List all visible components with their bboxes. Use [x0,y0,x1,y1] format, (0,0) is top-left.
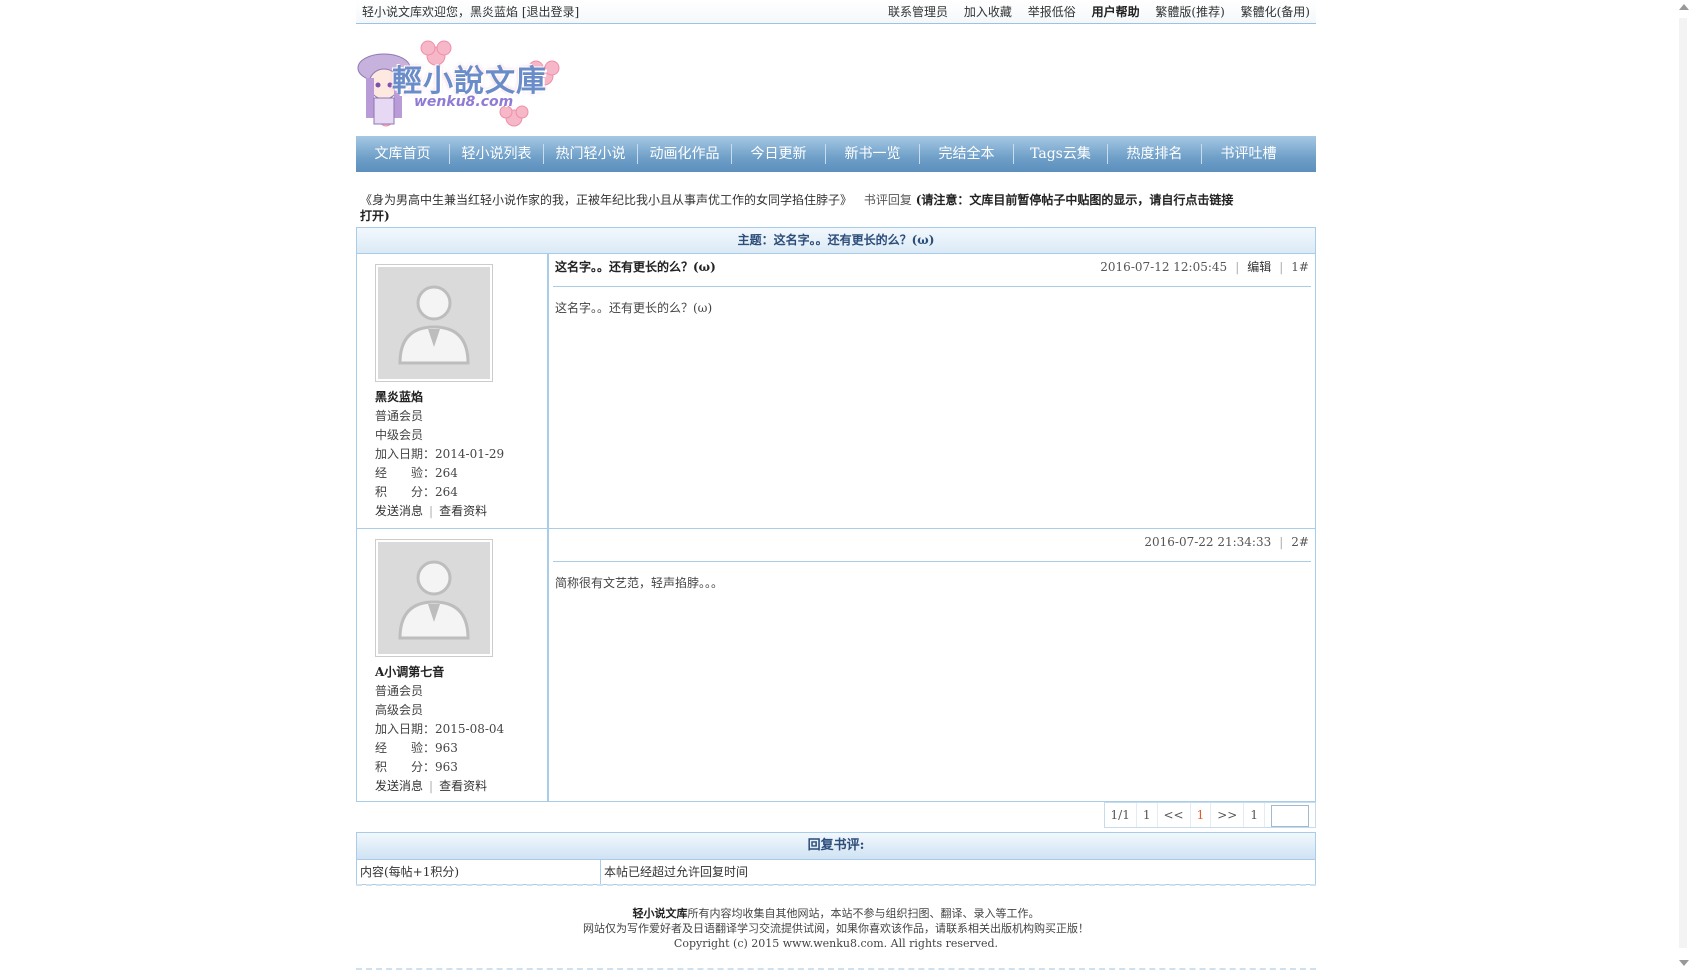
default-avatar-icon [378,542,490,654]
reply-heading: 回复书评: [357,833,1315,860]
user-actions: 发送消息 | 查看资料 [375,779,488,793]
vertical-scrollbar[interactable] [1675,0,1692,972]
thread-board: 主题：这名字。。还有更长的么？(ω) 黑炎蓝焰 普通会员 中级会员 加入日期：2… [356,227,1316,802]
join-date: 加入日期：2015-08-04 [375,722,505,736]
post-content-area: 这名字。。还有更长的么？(ω) 2016-07-12 12:05:45 | 编辑 | 1… [549,254,1315,528]
user-actions: 发送消息 | 查看资料 [375,504,488,518]
post-2: A小调第七音 普通会员 高级会员 加入日期：2015-08-04 经 验：963… [357,529,1315,801]
header-logo-area: 輕小說文庫 wenku8.com [356,24,1316,136]
username[interactable]: A小调第七音 [375,663,547,682]
traditional-version-link[interactable]: 繁體版(推荐) [1155,5,1224,19]
traditional-convert-link[interactable]: 繁體化(备用) [1241,5,1310,19]
welcome-text[interactable]: 轻小说文库欢迎您，黑炎蓝焰 [退出登录] [362,3,579,20]
view-profile-link[interactable]: 查看资料 [439,779,487,793]
scroll-down-arrow-icon[interactable] [1679,960,1689,966]
post-time: 2016-07-22 21:34:33 [1144,535,1272,549]
nav-today-updates[interactable]: 今日更新 [732,144,826,164]
nav-hot-novels[interactable]: 热门轻小说 [544,144,638,164]
user-level: 高级会员 [375,703,424,717]
scroll-up-arrow-icon[interactable] [1679,4,1689,10]
user-score: 积 分：264 [375,485,458,499]
post-body: 这名字。。还有更长的么？(ω) [555,301,713,315]
page-prev[interactable]: << [1158,803,1191,827]
page-next[interactable]: >> [1211,803,1245,827]
scrollbar-thumb[interactable] [1679,18,1687,948]
nav-ranking[interactable]: 热度排名 [1108,144,1202,164]
add-favorite-link[interactable]: 加入收藏 [964,5,1012,19]
user-experience: 经 验：264 [375,466,458,480]
nav-anime-works[interactable]: 动画化作品 [638,144,732,164]
post-meta: 2016-07-22 21:34:33 | 2# [1144,535,1309,549]
default-avatar-icon [378,267,490,379]
contact-admin-link[interactable]: 联系管理员 [888,5,948,19]
view-profile-link[interactable]: 查看资料 [439,504,487,518]
post-content-area: 2016-07-22 21:34:33 | 2# 简称很有文艺范，轻声掐脖。。。 [549,529,1315,801]
reply-status: 本帖已经超过允许回复时间 [604,865,749,879]
post-title: 这名字。。还有更长的么？(ω) [555,260,716,274]
reply-row: 内容(每帖+1积分) 本帖已经超过允许回复时间 [357,860,1315,884]
page-current: 1 [1191,803,1212,827]
user-info-panel: 黑炎蓝焰 普通会员 中级会员 加入日期：2014-01-29 经 验：264 积… [357,254,549,528]
page-jump-input[interactable] [1271,805,1309,827]
send-message-link[interactable]: 发送消息 [375,504,423,518]
post-1: 黑炎蓝焰 普通会员 中级会员 加入日期：2014-01-29 经 验：264 积… [357,254,1315,529]
edit-post-link[interactable]: 编辑 [1247,260,1271,274]
user-experience: 经 验：963 [375,741,458,755]
report-link[interactable]: 举报低俗 [1028,5,1076,19]
user-score: 积 分：963 [375,760,458,774]
book-title-link[interactable]: 《身为男高中生兼当红轻小说作家的我，正被年纪比我小且从事声优工作的女同学掐住脖子… [360,193,852,207]
top-links: 联系管理员 加入收藏 举报低俗 用户帮助 繁體版(推荐) 繁體化(备用) [876,3,1310,20]
floor-number: 1# [1291,260,1309,274]
footer-site-name: 轻小说文库 [632,907,688,920]
user-group: 普通会员 [375,409,424,423]
floor-number: 2# [1291,535,1309,549]
join-date: 加入日期：2014-01-29 [375,447,505,461]
user-help-link[interactable]: 用户帮助 [1092,5,1140,19]
top-bar: 轻小说文库欢迎您，黑炎蓝焰 [退出登录] 联系管理员 加入收藏 举报低俗 用户帮… [356,0,1316,24]
nav-completed[interactable]: 完结全本 [920,144,1014,164]
user-level: 中级会员 [375,428,424,442]
main-nav: 文库首页 轻小说列表 热门轻小说 动画化作品 今日更新 新书一览 完结全本 Ta… [356,136,1316,172]
footer: 轻小说文库所有内容均收集自其他网站，本站不参与组织扫图、翻译、录入等工作。 网站… [356,906,1316,951]
send-message-link[interactable]: 发送消息 [375,779,423,793]
username[interactable]: 黑炎蓝焰 [375,388,547,407]
user-group: 普通会员 [375,684,424,698]
footer-divider [356,884,1316,886]
user-info-panel: A小调第七音 普通会员 高级会员 加入日期：2015-08-04 经 验：963… [357,529,549,801]
page-last[interactable]: 1 [1244,803,1265,827]
user-avatar[interactable] [375,264,493,382]
post-time: 2016-07-12 12:05:45 [1100,260,1228,274]
post-meta: 2016-07-12 12:05:45 | 编辑 | 1# [1100,260,1309,274]
nav-home[interactable]: 文库首页 [356,144,450,164]
page-wrapper: 轻小说文库欢迎您，黑炎蓝焰 [退出登录] 联系管理员 加入收藏 举报低俗 用户帮… [356,0,1316,970]
nav-tags[interactable]: Tags云集 [1014,144,1108,164]
footer-line-2: 网站仅为写作爱好者及日语翻译学习交流提供试阅，如果你喜欢该作品，请联系相关出版机… [583,922,1089,935]
nav-reviews[interactable]: 书评吐槽 [1202,144,1295,164]
reply-section: 回复书评: 内容(每帖+1积分) 本帖已经超过允许回复时间 [356,832,1316,885]
thread-breadcrumb: 《身为男高中生兼当红轻小说作家的我，正被年纪比我小且从事声优工作的女同学掐住脖子… [360,192,1240,224]
page-info: 1/1 [1105,803,1137,827]
user-avatar[interactable] [375,539,493,657]
nav-novel-list[interactable]: 轻小说列表 [450,144,544,164]
site-logo[interactable]: 輕小說文庫 wenku8.com [356,38,566,132]
post-body: 简称很有文艺范，轻声掐脖。。。 [555,576,724,590]
topic-title: 主题：这名字。。还有更长的么？(ω) [357,228,1315,254]
pagination: 1/1 1 << 1 >> 1 [1103,802,1316,828]
post-header: 这名字。。还有更长的么？(ω) 2016-07-12 12:05:45 | 编辑 | 1… [553,254,1311,287]
footer-copyright: Copyright (c) 2015 www.wenku8.com. All r… [673,937,999,950]
nav-new-books[interactable]: 新书一览 [826,144,920,164]
footer-bottom-divider [356,968,1316,970]
footer-line-1: 所有内容均收集自其他网站，本站不参与组织扫图、翻译、录入等工作。 [687,907,1040,920]
page-first[interactable]: 1 [1137,803,1158,827]
logo-subtitle: wenku8.com [414,94,514,110]
section-label: 书评回复 [863,193,912,207]
post-header: 2016-07-22 21:34:33 | 2# [553,529,1311,562]
reply-content-label: 内容(每帖+1积分) [357,860,601,884]
